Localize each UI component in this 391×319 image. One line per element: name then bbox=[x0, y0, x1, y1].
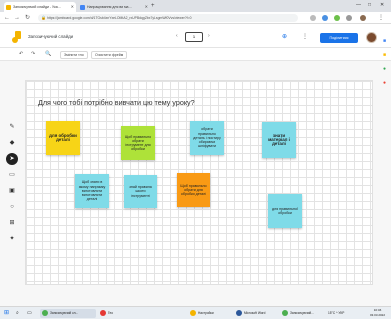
zoom-icon[interactable]: 🔍 bbox=[45, 51, 51, 57]
settings-icon bbox=[190, 310, 196, 317]
extension-icon[interactable] bbox=[334, 15, 340, 21]
frame-number: 1 bbox=[192, 34, 196, 39]
search-icon[interactable]: ⌕ bbox=[16, 309, 19, 318]
reload-icon[interactable]: ↻ bbox=[25, 14, 30, 22]
close-tab-icon[interactable]: ✕ bbox=[71, 2, 74, 12]
jamboard-header: Запозичуючий слайди ‹ 1 › ⊕ ⋮ Поділитися bbox=[0, 24, 391, 48]
share-button-label: Поділитися bbox=[329, 36, 349, 40]
docs-favicon-icon bbox=[80, 5, 85, 10]
maximize-window-button[interactable]: □ bbox=[368, 2, 371, 8]
redo-icon[interactable]: ↷ bbox=[31, 51, 35, 57]
jamboard-favicon-icon bbox=[6, 5, 11, 10]
editing-toolbar: ↶ ↷ 🔍 Змінити тло Очистити фрейм bbox=[0, 48, 391, 61]
avatar[interactable] bbox=[366, 32, 377, 43]
clock-date: 03.03.2022 bbox=[370, 313, 386, 317]
shape-tool-icon[interactable]: ○ bbox=[6, 201, 18, 213]
windows-start-icon[interactable]: ⊞ bbox=[4, 309, 9, 318]
back-icon[interactable]: ← bbox=[4, 14, 10, 22]
taskbar-word[interactable]: Microsoft Word bbox=[236, 309, 278, 318]
extension-icon[interactable] bbox=[322, 15, 328, 21]
taskbar-settings[interactable]: Настройки bbox=[190, 309, 232, 318]
profile-icon[interactable] bbox=[360, 15, 366, 21]
os-taskbar: ⊞ ⌕ ▭ Запозичуючий сл... Гео Настройки M… bbox=[0, 306, 391, 319]
select-tool-icon[interactable]: ➤ bbox=[6, 153, 18, 165]
keep-icon[interactable]: ■ bbox=[383, 52, 386, 58]
tasks-icon[interactable]: ● bbox=[383, 66, 386, 72]
pen-tool-icon[interactable]: ✎ bbox=[6, 121, 18, 133]
sticky-note[interactable]: для обробки деталі bbox=[46, 121, 80, 155]
minimize-window-button[interactable]: — bbox=[356, 2, 361, 8]
sticky-note[interactable]: Щоб правильно обрати для обробки деталі bbox=[177, 173, 210, 207]
taskbar-browser-window[interactable]: Запозичуючий... bbox=[282, 309, 324, 318]
browser-tab-strip: Запозичуючий слайди - Ука… ✕ Напрацюванн… bbox=[0, 0, 391, 12]
tab-title: Запозичуючий слайди - Ука… bbox=[13, 5, 62, 9]
jamboard-logo-icon[interactable] bbox=[12, 31, 22, 43]
question-text[interactable]: Для чого тобі потрібно вивчати цю тему у… bbox=[38, 98, 195, 107]
address-text: https://jamboard.google.com/d/1TGsb4xnYx… bbox=[47, 16, 192, 20]
laser-tool-icon[interactable]: ✦ bbox=[6, 233, 18, 245]
sticky-note[interactable]: знай правила шкоти інструменті bbox=[124, 175, 157, 208]
close-window-button[interactable]: ✕ bbox=[380, 2, 384, 8]
tab-title: Напрацювання для ви ма… bbox=[87, 5, 132, 9]
jam-title[interactable]: Запозичуючий слайди bbox=[28, 34, 73, 39]
share-button[interactable]: Поділитися bbox=[320, 33, 358, 43]
taskbar-chrome-window[interactable]: Запозичуючий сл... bbox=[40, 309, 96, 318]
task-view-icon[interactable]: ▭ bbox=[27, 309, 32, 318]
sticky-note[interactable]: для правильної обробки bbox=[268, 194, 302, 228]
tool-palette: ✎ ◆ ➤ ▭ ▣ ○ ⊞ ✦ bbox=[6, 121, 18, 251]
undo-icon[interactable]: ↶ bbox=[19, 51, 23, 57]
lock-icon: 🔒 bbox=[41, 15, 46, 20]
word-icon bbox=[236, 310, 242, 317]
sticky-note[interactable]: обрати правильно деталь і постиру обираю… bbox=[190, 121, 224, 155]
side-panel-icons: ■ ■ ● ● bbox=[381, 30, 391, 90]
app-icon bbox=[100, 310, 106, 317]
sticky-note-tool-icon[interactable]: ▭ bbox=[6, 169, 18, 181]
system-tray[interactable]: 15°C ^ УКР bbox=[328, 309, 368, 318]
frame-bar: ‹ 1 › bbox=[175, 32, 219, 42]
sticky-note[interactable]: знати матеріал і деталі bbox=[262, 122, 296, 158]
extension-icon[interactable] bbox=[310, 15, 316, 21]
new-tab-button[interactable]: + bbox=[151, 2, 155, 10]
browser-tab[interactable]: Напрацювання для ви ма… ✕ bbox=[78, 2, 150, 12]
taskbar-app[interactable]: Гео bbox=[100, 309, 140, 318]
more-options-icon[interactable]: ⋮ bbox=[302, 34, 308, 40]
image-tool-icon[interactable]: ▣ bbox=[6, 185, 18, 197]
calendar-icon[interactable]: ■ bbox=[383, 38, 386, 44]
text-box-tool-icon[interactable]: ⊞ bbox=[6, 217, 18, 229]
clear-frame-button[interactable]: Очистити фрейм bbox=[91, 51, 128, 59]
chrome-icon bbox=[282, 310, 288, 317]
forward-icon[interactable]: → bbox=[14, 14, 20, 22]
set-background-button[interactable]: Змінити тло bbox=[60, 51, 88, 59]
sticky-note[interactable]: Щоб правильно обрати інструмент для обро… bbox=[121, 126, 155, 160]
next-frame-icon[interactable]: › bbox=[208, 33, 210, 39]
contacts-icon[interactable]: ● bbox=[383, 80, 386, 86]
browser-toolbar: ← → ↻ 🔒 https://jamboard.google.com/d/1T… bbox=[0, 12, 391, 24]
address-bar[interactable]: 🔒 https://jamboard.google.com/d/1TGsb4xn… bbox=[38, 14, 298, 22]
close-tab-icon[interactable]: ✕ bbox=[145, 2, 148, 12]
chrome-icon bbox=[42, 310, 48, 317]
sticky-note[interactable]: Щоб знати в якому напрямку виготовляти в… bbox=[75, 174, 109, 208]
bookmark-star-icon[interactable] bbox=[346, 15, 352, 21]
present-icon[interactable]: ⊕ bbox=[282, 34, 287, 40]
eraser-tool-icon[interactable]: ◆ bbox=[6, 137, 18, 149]
prev-frame-icon[interactable]: ‹ bbox=[176, 33, 178, 39]
system-clock[interactable]: 10:46 03.03.2022 bbox=[370, 308, 385, 318]
jam-canvas[interactable]: Для чого тобі потрібно вивчати цю тему у… bbox=[25, 80, 373, 285]
browser-tab-active[interactable]: Запозичуючий слайди - Ука… ✕ bbox=[4, 2, 76, 12]
browser-menu-icon[interactable]: ⋮ bbox=[378, 14, 384, 22]
